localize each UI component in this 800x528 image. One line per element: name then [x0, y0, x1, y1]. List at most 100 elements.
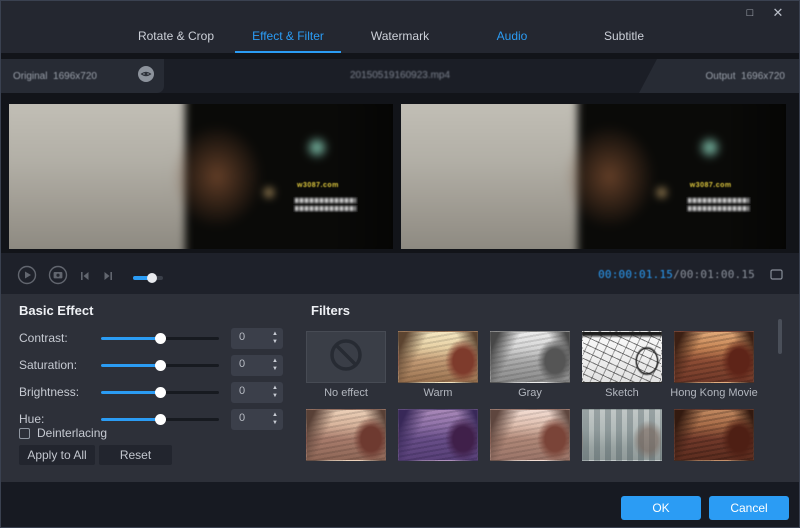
saturation-row: Saturation: 0 ▲▼: [19, 355, 281, 376]
filter-row2-5[interactable]: [674, 409, 754, 461]
filter-no-effect[interactable]: No effect: [306, 331, 386, 399]
gray-thumbnail[interactable]: [490, 331, 570, 383]
basic-effect-title: Basic Effect: [19, 303, 93, 318]
preview-header: Original 1696x720 20150519160923.mp4 Out…: [1, 59, 799, 93]
contrast-label: Contrast:: [19, 331, 68, 345]
filter-thumbnail[interactable]: [674, 409, 754, 461]
filter-thumbnail[interactable]: [490, 409, 570, 461]
hue-slider[interactable]: [101, 409, 219, 430]
saturation-label: Saturation:: [19, 358, 77, 372]
spinner-down-icon: ▼: [272, 392, 278, 400]
filter-label: Hong Kong Movie: [662, 387, 766, 399]
hue-spinner[interactable]: ▲▼: [272, 411, 278, 427]
previous-frame-icon[interactable]: [79, 269, 91, 287]
video-subtitle-overlay: [293, 197, 358, 213]
close-icon[interactable]: ✕: [769, 4, 787, 22]
snapshot-button[interactable]: [48, 265, 68, 290]
filter-label: Warm: [398, 387, 478, 399]
output-label-tab: Output 1696x720: [639, 59, 799, 93]
output-video-preview: w3087.com: [401, 104, 786, 249]
spinner-up-icon: ▲: [272, 330, 278, 338]
sketch-thumbnail[interactable]: [582, 331, 662, 383]
saturation-spinner[interactable]: ▲▼: [272, 357, 278, 373]
filter-row2-2[interactable]: [398, 409, 478, 461]
tab-subtitle[interactable]: Subtitle: [568, 23, 680, 53]
spinner-up-icon: ▲: [272, 411, 278, 419]
brightness-label: Brightness:: [19, 385, 79, 399]
title-bar: □ ✕: [1, 1, 799, 23]
tab-rotate-crop[interactable]: Rotate & Crop: [120, 23, 232, 53]
brightness-slider-thumb[interactable]: [155, 387, 166, 398]
effect-filter-dialog: □ ✕ Rotate & Crop Effect & Filter Waterm…: [0, 0, 800, 528]
original-resolution-label: Original 1696x720: [13, 71, 97, 82]
hue-value-input[interactable]: 0 ▲▼: [231, 409, 283, 430]
transport-bar: 00:00:01.15/00:01:00.15: [1, 253, 799, 294]
saturation-slider[interactable]: [101, 355, 219, 376]
warm-thumbnail[interactable]: [398, 331, 478, 383]
original-video-frame: [9, 104, 393, 249]
brightness-row: Brightness: 0 ▲▼: [19, 382, 281, 403]
no-effect-thumbnail[interactable]: [306, 331, 386, 383]
output-video-frame: [401, 104, 786, 249]
filter-row2-1[interactable]: [306, 409, 386, 461]
hue-slider-thumb[interactable]: [155, 414, 166, 425]
next-frame-icon[interactable]: [102, 269, 114, 287]
filter-row2-3[interactable]: [490, 409, 570, 461]
timecode-current: 00:00:01.15: [598, 268, 673, 281]
footer-bar: OK Cancel: [1, 482, 799, 528]
prohibition-icon: [326, 335, 366, 380]
filter-hong-kong-movie[interactable]: Hong Kong Movie: [674, 331, 754, 399]
tab-effect-filter[interactable]: Effect & Filter: [232, 23, 344, 53]
saturation-slider-thumb[interactable]: [155, 360, 166, 371]
play-button[interactable]: [17, 265, 37, 290]
brightness-spinner[interactable]: ▲▼: [272, 384, 278, 400]
saturation-value-input[interactable]: 0 ▲▼: [231, 355, 283, 376]
volume-slider[interactable]: [133, 271, 163, 285]
maximize-icon[interactable]: □: [741, 4, 759, 22]
tab-audio[interactable]: Audio: [456, 23, 568, 53]
hong-kong-movie-thumbnail[interactable]: [674, 331, 754, 383]
filter-warm[interactable]: Warm: [398, 331, 478, 399]
filter-thumbnail[interactable]: [582, 409, 662, 461]
preview-section: Original 1696x720 20150519160923.mp4 Out…: [1, 53, 799, 253]
filters-title: Filters: [311, 303, 350, 318]
spinner-down-icon: ▼: [272, 338, 278, 346]
filter-thumbnail[interactable]: [306, 409, 386, 461]
reset-button[interactable]: Reset: [99, 445, 172, 465]
apply-to-all-button[interactable]: Apply to All: [19, 445, 95, 465]
filter-gray[interactable]: Gray: [490, 331, 570, 399]
original-video-preview: w3087.com: [9, 104, 393, 249]
settings-panel: Basic Effect Contrast: 0 ▲▼ Saturation: …: [1, 294, 799, 482]
eye-icon[interactable]: [138, 66, 154, 87]
filter-label: Sketch: [582, 387, 662, 399]
filter-thumbnail[interactable]: [398, 409, 478, 461]
spinner-down-icon: ▼: [272, 365, 278, 373]
spinner-up-icon: ▲: [272, 357, 278, 365]
tab-watermark[interactable]: Watermark: [344, 23, 456, 53]
contrast-slider-thumb[interactable]: [155, 333, 166, 344]
contrast-spinner[interactable]: ▲▼: [272, 330, 278, 346]
cancel-button[interactable]: Cancel: [709, 496, 789, 520]
contrast-slider[interactable]: [101, 328, 219, 349]
contrast-value-input[interactable]: 0 ▲▼: [231, 328, 283, 349]
deinterlacing-label: Deinterlacing: [37, 426, 107, 440]
enlarge-preview-icon[interactable]: [770, 268, 783, 286]
spinner-up-icon: ▲: [272, 384, 278, 392]
filter-row2-4[interactable]: [582, 409, 662, 461]
video-watermark-text: w3087.com: [690, 182, 732, 189]
checkbox-box[interactable]: [19, 428, 30, 439]
spinner-down-icon: ▼: [272, 419, 278, 427]
ok-button[interactable]: OK: [621, 496, 701, 520]
original-label-tab: Original 1696x720: [1, 59, 164, 93]
filter-sketch[interactable]: Sketch: [582, 331, 662, 399]
volume-slider-knob[interactable]: [147, 273, 157, 283]
contrast-row: Contrast: 0 ▲▼: [19, 328, 281, 349]
filter-label: Gray: [490, 387, 570, 399]
brightness-value-input[interactable]: 0 ▲▼: [231, 382, 283, 403]
brightness-slider[interactable]: [101, 382, 219, 403]
timecode: 00:00:01.15/00:01:00.15: [598, 268, 755, 281]
timecode-total: /00:01:00.15: [673, 268, 755, 281]
filters-scrollbar[interactable]: [778, 319, 782, 354]
deinterlacing-checkbox[interactable]: Deinterlacing: [19, 426, 107, 440]
video-watermark-text: w3087.com: [297, 182, 339, 189]
